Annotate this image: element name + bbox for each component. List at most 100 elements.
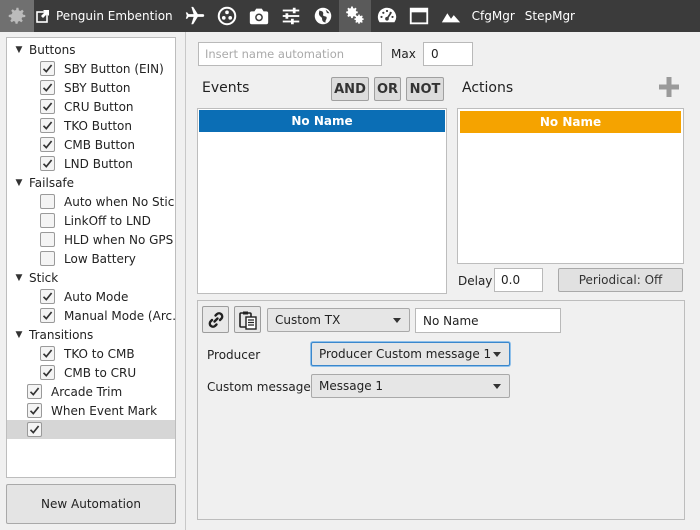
settings-button[interactable] xyxy=(0,0,34,32)
checkbox[interactable] xyxy=(40,156,55,171)
tree-item[interactable]: TKO to CMB xyxy=(7,344,175,363)
custom-messages-value: Message 1 xyxy=(319,379,384,393)
link-button[interactable] xyxy=(202,306,229,333)
joystick-icon xyxy=(217,6,236,26)
stepmgr-button[interactable]: StepMgr xyxy=(520,0,580,32)
periodical-button[interactable]: Periodical: Off xyxy=(558,268,683,292)
tree-item[interactable]: Manual Mode (Arc… xyxy=(7,306,175,325)
or-button[interactable]: OR xyxy=(374,77,401,101)
actions-list[interactable]: No Name xyxy=(457,108,684,264)
max-input[interactable]: 0 xyxy=(423,42,473,66)
expand-arrow-icon[interactable]: ▼ xyxy=(13,330,25,340)
max-label: Max xyxy=(391,47,416,61)
gears-icon xyxy=(345,6,364,24)
events-list[interactable]: No Name xyxy=(197,108,447,294)
paste-button[interactable] xyxy=(234,306,261,333)
checkbox[interactable] xyxy=(40,365,55,380)
checkbox[interactable] xyxy=(40,61,55,76)
globe-button[interactable] xyxy=(307,0,339,32)
expand-arrow-icon[interactable]: ▼ xyxy=(13,273,25,283)
external-link-icon xyxy=(36,10,49,23)
checkbox[interactable] xyxy=(40,251,55,266)
tree-item-label: Failsafe xyxy=(29,175,75,190)
sliders-button[interactable] xyxy=(275,0,307,32)
checkbox[interactable] xyxy=(40,289,55,304)
joystick-button[interactable] xyxy=(211,0,243,32)
tree-item[interactable]: Low Battery xyxy=(7,249,175,268)
add-action-icon[interactable] xyxy=(658,76,680,98)
flight-button[interactable] xyxy=(179,0,211,32)
and-button[interactable]: AND xyxy=(331,77,369,101)
tree-item[interactable]: SBY Button (EIN) xyxy=(7,59,175,78)
expand-arrow-icon[interactable]: ▼ xyxy=(13,45,25,55)
checkbox[interactable] xyxy=(40,308,55,323)
tree-item[interactable] xyxy=(7,420,175,439)
stepmgr-label: StepMgr xyxy=(524,9,575,23)
producer-label: Producer xyxy=(207,348,261,362)
automation-name-input[interactable]: Insert name automation xyxy=(198,42,382,66)
checkbox[interactable] xyxy=(40,118,55,133)
tree-item-label: TKO to CMB xyxy=(64,346,135,361)
cfgmgr-label: CfgMgr xyxy=(471,9,515,23)
tree-item[interactable]: LinkOff to LND xyxy=(7,211,175,230)
tree-item[interactable]: HLD when No GPS xyxy=(7,230,175,249)
action-item[interactable]: No Name xyxy=(460,111,681,133)
actions-label: Actions xyxy=(462,80,514,96)
tree-item[interactable]: CMB to CRU xyxy=(7,363,175,382)
cfgmgr-button[interactable]: CfgMgr xyxy=(467,0,520,32)
action-name-input[interactable]: No Name xyxy=(415,308,561,333)
action-type-select[interactable]: Custom TX xyxy=(267,308,410,332)
not-button[interactable]: NOT xyxy=(406,77,444,101)
checkbox[interactable] xyxy=(40,99,55,114)
checkbox[interactable] xyxy=(40,232,55,247)
custom-messages-select[interactable]: Message 1 xyxy=(311,374,510,398)
checkbox[interactable] xyxy=(40,213,55,228)
tree-item[interactable]: Arcade Trim xyxy=(7,382,175,401)
checkbox[interactable] xyxy=(40,346,55,361)
camera-button[interactable] xyxy=(243,0,275,32)
panel-divider xyxy=(185,32,186,530)
window-button[interactable] xyxy=(403,0,435,32)
producer-select[interactable]: Producer Custom message 1 xyxy=(311,342,510,366)
tree-group[interactable]: ▼ Buttons xyxy=(7,40,175,59)
checkbox[interactable] xyxy=(40,194,55,209)
event-item[interactable]: No Name xyxy=(199,110,445,132)
tree-item[interactable]: SBY Button xyxy=(7,78,175,97)
checkbox[interactable] xyxy=(27,384,42,399)
app-title-label: Penguin Embention xyxy=(56,9,173,23)
checkbox[interactable] xyxy=(27,403,42,418)
checkbox[interactable] xyxy=(27,422,42,437)
gauge-button[interactable] xyxy=(371,0,403,32)
tree-item-label: Transitions xyxy=(29,327,94,342)
tree-group[interactable]: ▼ Transitions xyxy=(7,325,175,344)
checkbox[interactable] xyxy=(40,80,55,95)
tree-item[interactable]: Auto when No Stick xyxy=(7,192,175,211)
clipboard-icon xyxy=(238,311,257,330)
tree-group[interactable]: ▼ Failsafe xyxy=(7,173,175,192)
automation-tree[interactable]: ▼ Buttons SBY Button (EIN) SBY Button CRU Bu… xyxy=(6,37,176,478)
automations-button[interactable] xyxy=(338,0,371,32)
tree-item[interactable]: LND Button xyxy=(7,154,175,173)
action-type-value: Custom TX xyxy=(275,313,341,327)
tree-item-label: LND Button xyxy=(64,156,133,171)
sliders-icon xyxy=(282,7,299,25)
tree-group[interactable]: ▼ Stick xyxy=(7,268,175,287)
tree-item-label: SBY Button xyxy=(64,80,131,95)
checkbox[interactable] xyxy=(40,137,55,152)
tree-item[interactable]: CMB Button xyxy=(7,135,175,154)
tree-item[interactable]: CRU Button xyxy=(7,97,175,116)
airplane-icon xyxy=(185,6,204,25)
top-toolbar: Penguin Embention CfgMgr StepMgr xyxy=(0,0,700,32)
delay-input[interactable]: 0.0 xyxy=(494,268,543,292)
action-detail-panel xyxy=(197,300,685,520)
tree-item[interactable]: Auto Mode xyxy=(7,287,175,306)
tree-item[interactable]: When Event Mark xyxy=(7,401,175,420)
expand-arrow-icon[interactable]: ▼ xyxy=(13,178,25,188)
app-title[interactable]: Penguin Embention xyxy=(34,9,179,23)
new-automation-button[interactable]: New Automation xyxy=(6,484,176,524)
tree-item-label: CMB Button xyxy=(64,137,135,152)
chevron-down-icon xyxy=(493,384,501,389)
terrain-button[interactable] xyxy=(435,0,467,32)
tree-item[interactable]: TKO Button xyxy=(7,116,175,135)
tree-item-label: LinkOff to LND xyxy=(64,213,151,228)
